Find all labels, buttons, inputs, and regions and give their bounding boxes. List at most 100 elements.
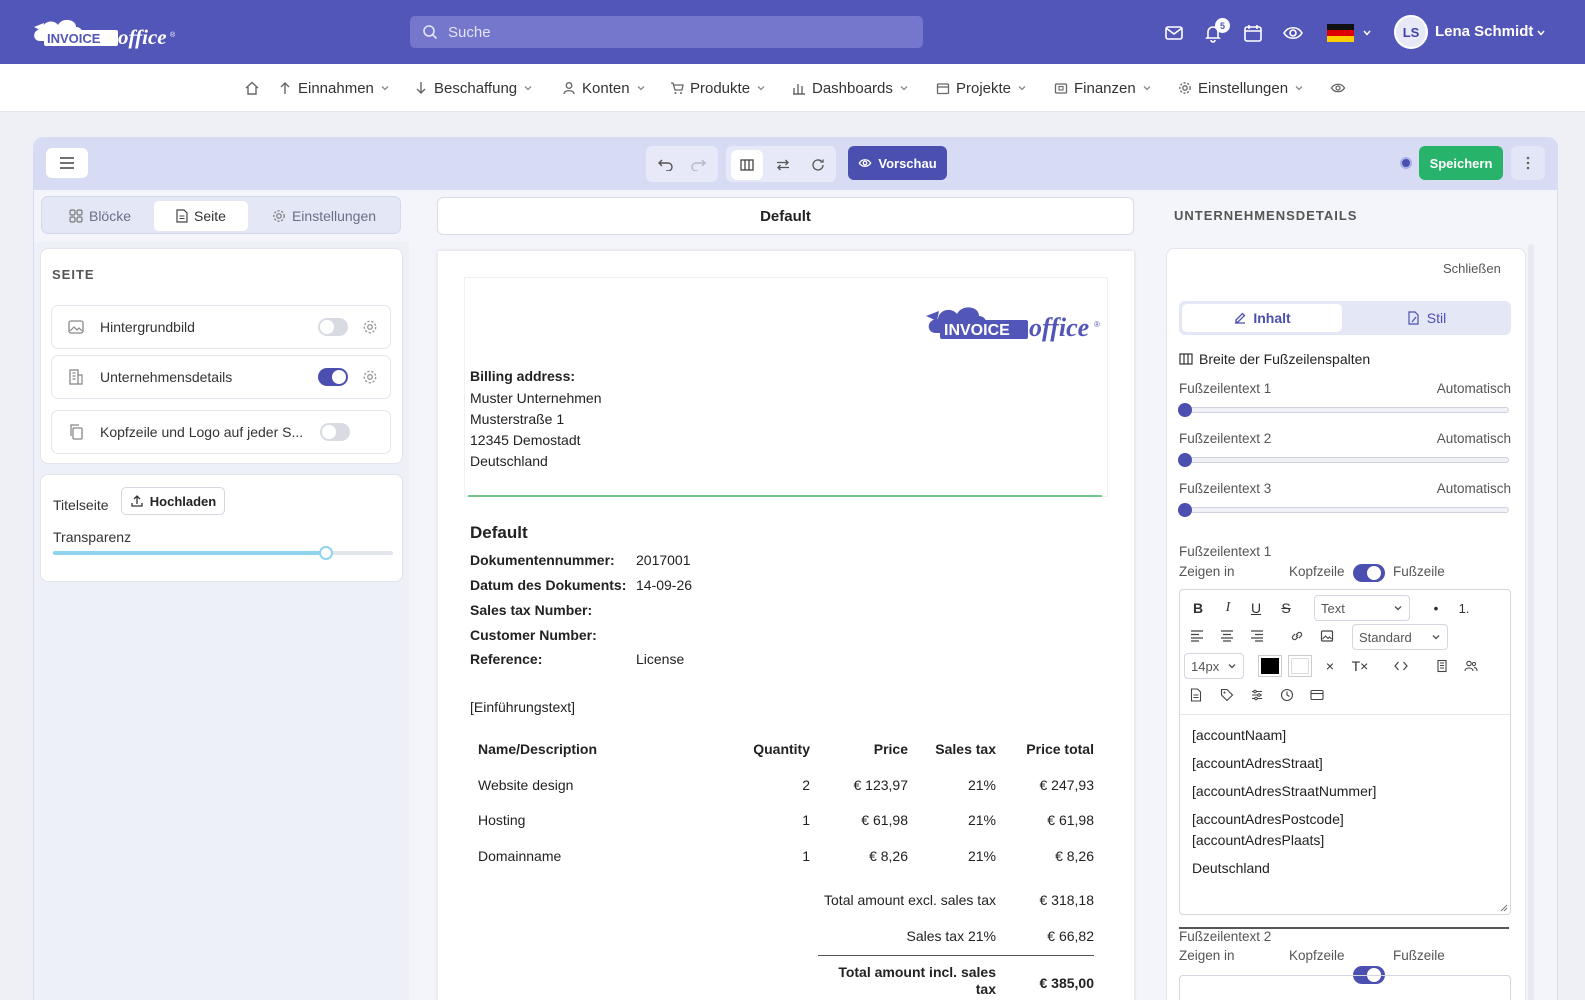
bold-button[interactable]: B [1184, 596, 1212, 620]
footer-col-1-slider[interactable] [1178, 403, 1509, 417]
blocks-icon [69, 209, 83, 223]
user-name[interactable]: Lena Schmidt [1435, 23, 1533, 40]
slider-handle[interactable] [1178, 403, 1192, 417]
align-center-icon[interactable] [1220, 630, 1234, 642]
redo-button[interactable] [682, 149, 714, 179]
nav-einstellungen[interactable]: Einstellungen [1178, 78, 1304, 98]
option-company-details[interactable]: Unternehmensdetails [51, 355, 391, 399]
building-icon[interactable] [1436, 659, 1448, 673]
nav-dashboards[interactable]: Dashboards [792, 78, 909, 98]
company-details-toggle[interactable] [318, 368, 348, 386]
document-name-field[interactable]: Default [437, 197, 1134, 235]
footer-col-label: Fußzeilentext 1 [1179, 381, 1272, 396]
mail-icon[interactable] [1163, 22, 1185, 44]
chevron-down-icon [381, 86, 389, 91]
header-logo-toggle[interactable] [320, 423, 350, 441]
menu-button[interactable] [46, 148, 88, 178]
more-options-button[interactable] [1511, 146, 1545, 180]
background-color-picker[interactable] [1288, 655, 1312, 677]
tab-seite[interactable]: Seite [154, 201, 248, 231]
svg-text:INVOICE: INVOICE [47, 31, 101, 46]
table-row[interactable]: Hosting 1 € 61,98 21% € 61,98 [478, 803, 1094, 839]
nav-einnahmen[interactable]: Einnahmen [278, 78, 390, 98]
link-icon[interactable] [1290, 629, 1304, 643]
footer-col-3-slider[interactable] [1178, 503, 1509, 517]
clear-format-button[interactable]: T× [1346, 654, 1374, 678]
tab-inhalt[interactable]: Inhalt [1182, 304, 1342, 332]
font-select[interactable]: Standard [1352, 624, 1448, 650]
card-icon[interactable] [1310, 689, 1324, 701]
font-size-select[interactable]: 14px [1184, 653, 1244, 679]
option-header-logo-every-page[interactable]: Kopfzeile und Logo auf jeder S... [51, 410, 391, 454]
intro-text[interactable]: [Einführungstext] [470, 699, 575, 715]
bullet-list-button[interactable]: • [1422, 596, 1450, 620]
code-icon[interactable] [1394, 661, 1408, 671]
save-button[interactable]: Speichern [1419, 146, 1503, 180]
table-cell: Hosting [478, 812, 526, 829]
nav-produkte[interactable]: Produkte [670, 78, 766, 98]
tab-bloecke[interactable]: Blöcke [48, 201, 152, 231]
table-row[interactable]: Website design 2 € 123,97 21% € 247,93 [478, 767, 1094, 803]
chevron-down-icon[interactable] [1362, 28, 1372, 38]
text-color-picker[interactable] [1258, 655, 1282, 677]
slider-handle[interactable] [319, 546, 333, 560]
align-left-icon[interactable] [1190, 630, 1204, 642]
table-row[interactable]: Domainname 1 € 8,26 21% € 8,26 [478, 838, 1094, 874]
calendar-icon[interactable] [1242, 22, 1264, 44]
upload-button[interactable]: Hochladen [121, 487, 225, 515]
swap-button[interactable] [767, 150, 799, 180]
sliders-icon[interactable] [1250, 688, 1264, 702]
underline-button[interactable]: U [1242, 596, 1270, 620]
nav-projekte[interactable]: Projekte [936, 78, 1027, 98]
option-label: Unternehmensdetails [100, 369, 233, 385]
format-select[interactable]: Text [1314, 595, 1410, 621]
nav-beschaffung[interactable]: Beschaffung [414, 78, 533, 98]
clear-color-button[interactable]: × [1318, 654, 1342, 678]
table-cell: 1 [802, 847, 810, 864]
footer-col-2-slider[interactable] [1178, 453, 1509, 467]
avatar[interactable]: LS [1394, 15, 1428, 49]
chevron-down-icon[interactable] [1536, 28, 1546, 38]
eye-icon[interactable] [1282, 22, 1304, 44]
grand-total-label: Total amount incl. sales tax [838, 964, 996, 997]
numbered-list-button[interactable]: 1. [1450, 596, 1478, 620]
header-footer-toggle[interactable] [1353, 564, 1385, 582]
content-line: Deutschland [1192, 860, 1270, 876]
gear-icon[interactable] [362, 319, 378, 335]
transparency-slider[interactable] [53, 546, 393, 560]
nav-konten[interactable]: Konten [562, 78, 646, 98]
gear-icon[interactable] [362, 369, 378, 385]
strike-button[interactable]: S [1272, 596, 1300, 620]
refresh-button[interactable] [802, 150, 834, 180]
home-icon[interactable] [244, 80, 260, 96]
nav-finanzen[interactable]: Finanzen [1054, 78, 1152, 98]
slider-handle[interactable] [1178, 453, 1192, 467]
resize-handle-icon[interactable] [1500, 904, 1508, 912]
italic-button[interactable]: I [1214, 596, 1242, 620]
clock-icon[interactable] [1280, 688, 1294, 702]
rich-text-editor-2[interactable] [1179, 975, 1511, 1000]
eye-icon[interactable] [1330, 80, 1346, 96]
preview-button[interactable]: Vorschau [848, 146, 947, 180]
align-right-icon[interactable] [1250, 630, 1264, 642]
close-link[interactable]: Schließen [1443, 261, 1501, 276]
scrollbar[interactable] [1528, 244, 1534, 1000]
search-bar[interactable]: Suche [410, 16, 923, 48]
document-icon[interactable] [1190, 688, 1202, 702]
tag-icon[interactable] [1220, 688, 1234, 702]
invoice-office-logo[interactable]: INVOICE office ® [30, 13, 180, 53]
columns-view-button[interactable] [731, 150, 763, 180]
editor-content[interactable]: [accountNaam] [accountAdresStraat] [acco… [1180, 714, 1510, 914]
language-flag-de[interactable] [1327, 24, 1354, 42]
background-image-toggle[interactable] [318, 318, 348, 336]
users-icon[interactable] [1464, 659, 1478, 673]
table-cell: € 8,26 [1055, 847, 1094, 864]
tab-label: Einstellungen [291, 208, 377, 224]
search-input[interactable]: Suche [448, 24, 491, 41]
undo-button[interactable] [650, 149, 682, 179]
tab-einstellungen[interactable]: Einstellungen [254, 201, 394, 231]
image-icon[interactable] [1320, 629, 1334, 643]
option-background-image[interactable]: Hintergrundbild [51, 305, 391, 349]
slider-handle[interactable] [1178, 503, 1192, 517]
tab-stil[interactable]: Stil [1345, 304, 1508, 332]
